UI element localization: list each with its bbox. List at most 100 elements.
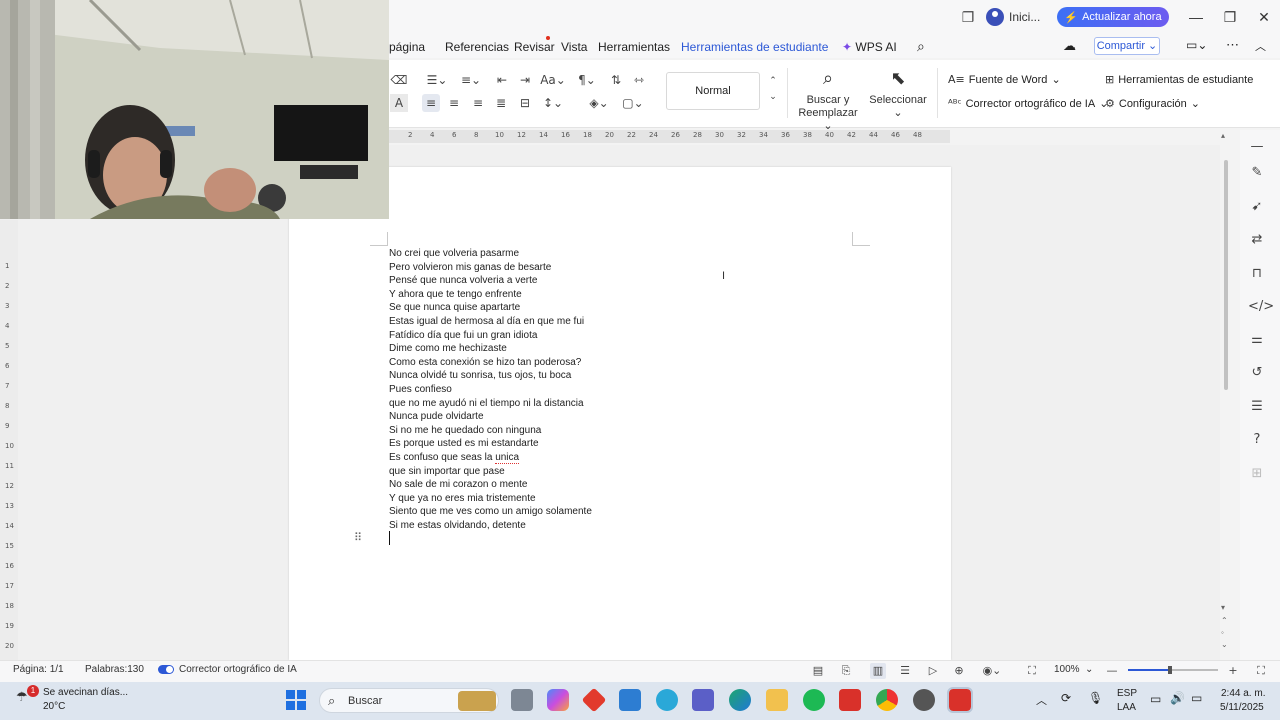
chatgpt-icon[interactable] [913, 689, 935, 711]
shading-fill-icon[interactable]: ◈⌄ [586, 94, 612, 112]
vertical-scrollbar[interactable] [1222, 155, 1230, 395]
settings-button[interactable]: ⚙ Configuración ⌄ [1105, 97, 1200, 110]
grid-apps-icon[interactable]: ⊞ [1248, 465, 1266, 483]
search-icon[interactable]: ⌕ [917, 38, 925, 55]
fullscreen-icon[interactable]: ⛶ [1253, 663, 1269, 679]
lock-icon[interactable]: ⊓ [1248, 265, 1266, 283]
zoom-dropdown-icon[interactable]: ⌄ [1085, 664, 1093, 675]
find-replace-button[interactable]: ⌕ Buscar y Reemplazar ⌄ [796, 70, 860, 133]
browser-app-icon[interactable] [656, 689, 678, 711]
scroll-up-icon[interactable]: ▴ [1221, 131, 1225, 140]
window-tile-icon[interactable]: ❐ [959, 8, 977, 26]
change-case-icon[interactable]: Aa⌄ [540, 71, 566, 89]
align-right-icon[interactable]: ≡ [469, 94, 487, 112]
adjust-icon[interactable]: ⚌ [1248, 331, 1266, 349]
text-line[interactable]: que sin importar que pase [389, 465, 809, 479]
copilot-icon[interactable] [547, 689, 569, 711]
store-icon[interactable] [619, 689, 641, 711]
tab-references[interactable]: Referencias [445, 40, 509, 54]
text-line[interactable]: Pensé que nunca volveria a verte [389, 274, 809, 288]
battery-icon[interactable]: ▭ [1191, 691, 1202, 705]
zoom-slider-thumb[interactable] [1168, 666, 1172, 674]
word-font-button[interactable]: A≡ Fuente de Word ⌄ [948, 73, 1061, 86]
clock-time[interactable]: 2:44 a. m. [1221, 688, 1265, 699]
ai-spellcheck-button[interactable]: ᴬᴮᶜ Corrector ortográfico de IA ⌄ [948, 97, 1108, 110]
history-icon[interactable]: ↺ [1248, 364, 1266, 382]
text-line[interactable]: Estas igual de hermosa al día en que me … [389, 315, 809, 329]
decrease-indent-icon[interactable]: ⇤ [493, 71, 511, 89]
transform-icon[interactable]: ⇄ [1248, 231, 1266, 249]
prev-page-icon[interactable]: ⌃ [1221, 616, 1228, 625]
word-count[interactable]: Palabras:130 [85, 664, 144, 675]
page-view-icon[interactable]: ▥ [870, 663, 886, 679]
text-line[interactable]: Y que ya no eres mia tristemente [389, 492, 809, 506]
pen-icon[interactable]: ✎ [1248, 164, 1266, 182]
tab-student-tools[interactable]: Herramientas de estudiante [681, 40, 828, 54]
text-line[interactable]: Pues confieso [389, 383, 809, 397]
sort-icon[interactable]: ⇅ [607, 71, 625, 89]
list-panel-icon[interactable]: ☰ [1248, 398, 1266, 416]
wps-office-icon[interactable] [839, 689, 861, 711]
eraser-icon[interactable]: ⌫ [390, 71, 408, 89]
more-options-icon[interactable]: ⋯ [1226, 37, 1239, 53]
text-line[interactable]: No sale de mi corazon o mente [389, 478, 809, 492]
zoom-level[interactable]: 100% [1054, 664, 1080, 675]
character-shading-icon[interactable]: A [390, 94, 408, 112]
text-line[interactable]: Es porque usted es mi estandarte [389, 437, 809, 451]
scroll-down-icon[interactable]: ▾ [1221, 603, 1225, 612]
play-icon[interactable]: ▷ [925, 663, 941, 679]
text-line[interactable]: Pero volvieron mis ganas de besarte [389, 261, 809, 275]
align-left-icon[interactable]: ≡ [422, 94, 440, 112]
weather-title[interactable]: Se avecinan días... [43, 687, 128, 698]
text-line[interactable]: No crei que volveria pasarme [389, 247, 809, 261]
edge-icon[interactable] [729, 689, 751, 711]
tab-review[interactable]: Revisar [514, 40, 555, 54]
restore-button[interactable]: ❐ [1219, 6, 1241, 28]
tray-overflow-icon[interactable]: ︿ [1036, 692, 1047, 708]
eye-protection-icon[interactable]: ◉⌄ [980, 663, 1004, 679]
paragraph-drag-handle-icon[interactable]: ⠿ [354, 531, 362, 544]
ai-spellcheck-toggle[interactable] [158, 665, 174, 674]
export-icon[interactable]: ⎘ [838, 663, 854, 679]
language-line-1[interactable]: ESP [1117, 688, 1137, 699]
text-line[interactable]: Si no me he quedado con ninguna [389, 424, 809, 438]
code-icon[interactable]: </> [1248, 298, 1274, 316]
close-button[interactable]: ✕ [1253, 6, 1275, 28]
spotify-icon[interactable] [803, 689, 825, 711]
chrome-icon[interactable] [876, 689, 898, 711]
text-line[interactable]: Siento que me ves como un amigo solament… [389, 505, 809, 519]
layout-mode-icon[interactable]: ▭⌄ [1186, 38, 1207, 52]
help-icon[interactable]: ? [1248, 431, 1266, 449]
file-explorer-icon[interactable] [766, 689, 788, 711]
minimize-panel-icon[interactable]: — [1248, 138, 1266, 156]
fit-page-icon[interactable]: ⛶ [1024, 663, 1040, 679]
vertical-ruler[interactable]: 1 2 3 4 5 6 7 8 9 10 11 12 13 14 15 16 1… [0, 220, 18, 660]
microphone-icon[interactable]: 🎙 [1088, 691, 1103, 705]
style-normal[interactable]: Normal [666, 72, 760, 110]
cloud-sync-icon[interactable]: ☁ [1063, 38, 1076, 54]
wps-writer-active-icon[interactable] [947, 687, 973, 713]
horizontal-ruler[interactable]: 2 4 6 8 10 12 14 16 18 20 22 24 26 28 30… [389, 130, 950, 143]
style-scroll-down-icon[interactable]: ⌄ [764, 88, 782, 106]
increase-indent-icon[interactable]: ⇥ [516, 71, 534, 89]
pointer-icon[interactable]: ➹ [1248, 198, 1266, 216]
bullets-icon[interactable]: ☰⌄ [424, 71, 450, 89]
outline-view-icon[interactable]: ☰ [897, 663, 913, 679]
line-spacing-icon[interactable]: ↕⌄ [540, 94, 566, 112]
text-line[interactable]: que no me ayudó ni el tiempo ni la dista… [389, 397, 809, 411]
tab-tools[interactable]: Herramientas [598, 40, 670, 54]
volume-icon[interactable]: 🔊 [1170, 691, 1185, 705]
paragraph-marks-icon[interactable]: ¶⌄ [574, 71, 600, 89]
text-line[interactable]: Si me estas olvidando, detente [389, 519, 809, 533]
network-icon[interactable]: ▭ [1150, 692, 1161, 706]
tab-page-layout[interactable]: página [389, 40, 425, 54]
text-line[interactable]: Es confuso que seas la unica [389, 451, 809, 465]
teams-icon[interactable] [692, 689, 714, 711]
web-view-icon[interactable]: ⊕ [951, 663, 967, 679]
text-line[interactable]: Dime como me hechizaste [389, 342, 809, 356]
clock-date[interactable]: 5/11/2025 [1220, 702, 1264, 713]
distributed-align-icon[interactable]: ⊟ [516, 94, 534, 112]
signin-button[interactable]: Inici... [986, 7, 1040, 27]
text-line[interactable]: Y ahora que te tengo enfrente [389, 288, 809, 302]
student-tools-button[interactable]: ⊞ Herramientas de estudiante [1105, 73, 1253, 86]
